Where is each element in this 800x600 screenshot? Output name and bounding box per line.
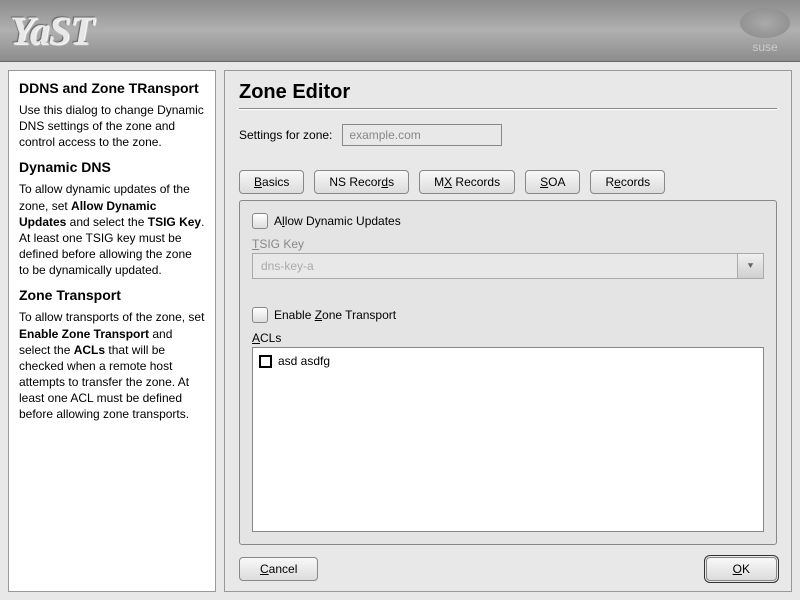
zone-name-input	[342, 124, 502, 146]
allow-dynamic-checkbox[interactable]	[252, 213, 268, 229]
allow-dynamic-label: Allow Dynamic Updates	[274, 214, 401, 228]
tab-ns-records[interactable]: NS Records	[314, 170, 409, 194]
settings-label: Settings for zone:	[239, 128, 332, 142]
help-heading-3: Zone Transport	[19, 286, 205, 305]
yast-logo: YaST	[10, 7, 93, 54]
suse-logo: suse	[740, 8, 790, 54]
dialog-buttons: Cancel OK	[239, 557, 777, 581]
app-header: YaST suse	[0, 0, 800, 62]
suse-icon	[740, 8, 790, 38]
help-sidebar: DDNS and Zone TRansport Use this dialog …	[8, 70, 216, 592]
tab-basics[interactable]: Basics	[239, 170, 304, 194]
tsig-key-dropdown-icon: ⯆	[738, 253, 764, 279]
title-separator	[239, 108, 777, 110]
enable-transport-label: Enable Zone Transport	[274, 308, 396, 322]
tab-records[interactable]: Records	[590, 170, 665, 194]
tsig-key-label: TSIG Key	[252, 237, 764, 251]
help-heading-1: DDNS and Zone TRansport	[19, 79, 205, 98]
help-heading-2: Dynamic DNS	[19, 158, 205, 177]
tsig-key-combo: ⯆	[252, 253, 764, 279]
content-panel: Zone Editor Settings for zone: Basics NS…	[224, 70, 792, 592]
enable-transport-checkbox[interactable]	[252, 307, 268, 323]
tsig-key-input	[252, 253, 738, 279]
cancel-button[interactable]: Cancel	[239, 557, 318, 581]
help-text-3: To allow transports of the zone, set Ena…	[19, 309, 205, 422]
settings-row: Settings for zone:	[239, 124, 777, 146]
page-title: Zone Editor	[239, 81, 777, 104]
ok-button[interactable]: OK	[706, 557, 777, 581]
acls-listbox[interactable]: asd asdfg	[252, 347, 764, 532]
acls-label: ACLs	[252, 331, 764, 345]
allow-dynamic-row: Allow Dynamic Updates	[252, 213, 764, 229]
enable-transport-row: Enable Zone Transport	[252, 307, 764, 323]
tab-bar: Basics NS Records MX Records SOA Records	[239, 170, 777, 194]
acl-item-checkbox[interactable]	[259, 355, 272, 368]
help-text-2: To allow dynamic updates of the zone, se…	[19, 181, 205, 278]
basics-panel: Allow Dynamic Updates TSIG Key ⯆ Enable …	[239, 200, 777, 545]
main-layout: DDNS and Zone TRansport Use this dialog …	[0, 62, 800, 600]
acl-item-label: asd asdfg	[278, 354, 330, 368]
tab-mx-records[interactable]: MX Records	[419, 170, 515, 194]
acl-item[interactable]: asd asdfg	[257, 352, 759, 370]
help-text-1: Use this dialog to change Dynamic DNS se…	[19, 102, 205, 151]
tab-soa[interactable]: SOA	[525, 170, 580, 194]
